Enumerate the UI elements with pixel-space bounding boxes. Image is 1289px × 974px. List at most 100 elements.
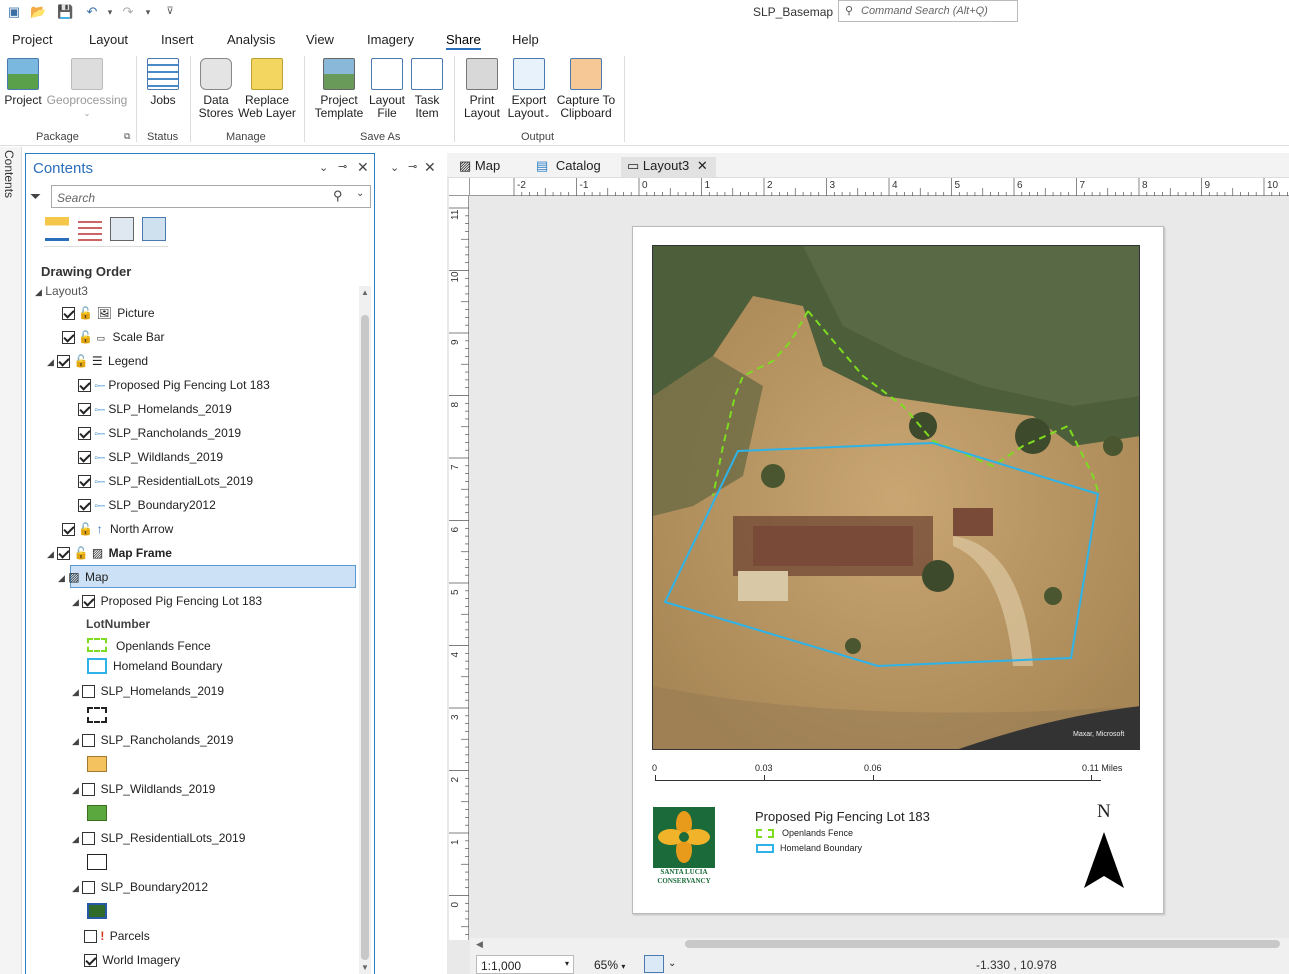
chevron-down-icon[interactable]: ⌄ [668, 958, 676, 969]
tab-project[interactable]: Project [12, 32, 52, 47]
legend-item[interactable]: ▫─ SLP_Wildlands_2019 [78, 450, 223, 465]
scale-bar[interactable] [655, 780, 1101, 781]
symbol-rancholands[interactable] [87, 756, 107, 772]
tree-item-legend[interactable]: ◢ 🔓 ☰ Legend [47, 354, 148, 369]
collapse-icon[interactable]: ◢ [72, 687, 79, 697]
tree-item-scale-bar[interactable]: 🔓 ▭ Scale Bar [62, 330, 165, 345]
collapse-icon[interactable]: ◢ [47, 357, 54, 367]
dialog-launcher-icon[interactable]: ⧉ [124, 131, 130, 142]
collapse-icon[interactable]: ◢ [47, 549, 54, 559]
collapse-icon[interactable]: ◢ [72, 597, 79, 607]
map-frame[interactable]: Maxar, Microsoft [652, 245, 1140, 750]
tree-item-north-arrow[interactable]: 🔓 ↑ North Arrow [62, 522, 173, 537]
symbol-homeland[interactable] [87, 658, 107, 674]
side-tab-contents[interactable]: Contents [2, 150, 16, 198]
visibility-checkbox[interactable] [82, 783, 96, 797]
list-by-source-icon[interactable] [110, 217, 134, 241]
scrollbar-thumb[interactable] [361, 315, 369, 960]
visibility-checkbox[interactable] [62, 523, 75, 537]
visibility-checkbox[interactable] [82, 734, 96, 748]
print-layout-button[interactable]: Print Layout [462, 58, 502, 120]
close-icon[interactable]: ✕ [697, 158, 708, 173]
command-search-input[interactable]: ⚲ Command Search (Alt+Q) [838, 0, 1018, 22]
geoprocessing-package-button[interactable]: Geoprocessing ⌄ [46, 58, 128, 120]
tab-imagery[interactable]: Imagery [367, 32, 414, 47]
visibility-checkbox[interactable] [78, 451, 91, 465]
lock-icon[interactable]: 🔓 [78, 522, 93, 536]
north-arrow-icon[interactable] [1084, 832, 1124, 888]
redo-dropdown-icon[interactable]: ▾ [140, 4, 156, 20]
pin-icon[interactable]: ⊸ [338, 160, 347, 173]
layer-residential[interactable]: ◢ SLP_ResidentialLots_2019 [72, 831, 245, 846]
vertical-ruler[interactable]: 11 10 9 8 7 6 5 4 3 2 1 0 [449, 196, 469, 940]
replace-web-layer-button[interactable]: Replace Web Layer [238, 58, 296, 120]
task-item-button[interactable]: Task Item [410, 58, 444, 120]
tab-analysis[interactable]: Analysis [227, 32, 275, 47]
filter-icon[interactable]: ⏷ [30, 188, 41, 205]
layout-file-button[interactable]: Layout File [366, 58, 408, 120]
export-layout-button[interactable]: Export Layout⌄ [504, 58, 554, 121]
close-icon[interactable]: ✕ [424, 159, 436, 176]
layer-world-imagery[interactable]: World Imagery [84, 953, 180, 968]
scroll-up-icon[interactable]: ▲ [361, 288, 369, 297]
layer-boundary[interactable]: ◢ SLP_Boundary2012 [72, 880, 208, 895]
jobs-button[interactable]: Jobs [146, 58, 180, 107]
tree-layout[interactable]: ◢ Layout3 [35, 284, 88, 298]
scroll-down-icon[interactable]: ▼ [361, 963, 369, 972]
collapse-icon[interactable]: ◢ [35, 287, 42, 297]
symbol-residential[interactable] [87, 854, 107, 870]
visibility-checkbox[interactable] [82, 881, 96, 895]
chevron-down-icon[interactable]: ⌄ [356, 188, 364, 199]
undo-dropdown-icon[interactable]: ▾ [102, 4, 118, 20]
zoom-selector[interactable]: 65% ▾ [594, 958, 625, 972]
close-icon[interactable]: ✕ [357, 159, 369, 176]
visibility-checkbox[interactable] [84, 930, 97, 944]
lock-icon[interactable]: 🔓 [78, 330, 93, 344]
scroll-left-icon[interactable]: ◀ [476, 939, 483, 950]
tab-view[interactable]: View [306, 32, 334, 47]
tree-item-map[interactable]: ◢ ▨ Map [58, 570, 108, 584]
visibility-checkbox[interactable] [82, 685, 96, 699]
visibility-checkbox[interactable] [78, 403, 91, 417]
tree-item-map-frame[interactable]: ◢ 🔓 ▨ Map Frame [47, 546, 172, 561]
undo-icon[interactable]: ↶ [84, 4, 100, 20]
visibility-checkbox[interactable] [57, 547, 71, 561]
scale-selector[interactable]: 1:1,000 ▾ [476, 955, 574, 974]
layer-homelands[interactable]: ◢ SLP_Homelands_2019 [72, 684, 224, 699]
new-project-icon[interactable]: ▣ [6, 4, 22, 20]
customize-toolbar-icon[interactable]: ⊽ [162, 4, 178, 20]
lock-icon[interactable]: 🔓 [78, 306, 93, 320]
layer-parcels[interactable]: ! Parcels [84, 929, 150, 944]
legend-item[interactable]: ▫─ SLP_Boundary2012 [78, 498, 216, 513]
grid-toggle-icon[interactable] [644, 955, 664, 973]
visibility-checkbox[interactable] [78, 379, 91, 393]
symbol-openlands[interactable] [87, 638, 107, 652]
layer-wildlands[interactable]: ◢ SLP_Wildlands_2019 [72, 782, 215, 797]
project-template-button[interactable]: Project Template [314, 58, 364, 120]
open-folder-icon[interactable]: 📂 [30, 4, 46, 20]
visibility-checkbox[interactable] [57, 355, 71, 369]
tree-item-picture[interactable]: 🔓 🖼 Picture [62, 306, 155, 321]
horizontal-ruler[interactable]: -2 -1 0 1 2 3 4 5 6 7 8 9 10 [470, 178, 1289, 196]
contents-search-input[interactable]: Search [51, 185, 371, 208]
collapse-icon[interactable]: ◢ [72, 736, 79, 746]
list-by-drawing-order-icon[interactable] [45, 217, 69, 241]
lock-icon[interactable]: 🔓 [74, 354, 89, 368]
visibility-checkbox[interactable] [82, 832, 96, 846]
layer-rancholands[interactable]: ◢ SLP_Rancholands_2019 [72, 733, 233, 748]
pane-options-icon[interactable]: ⌄ [390, 161, 399, 174]
doc-tab-catalog[interactable]: ▤ Catalog [530, 157, 607, 177]
doc-tab-layout[interactable]: ▭ Layout3 ✕ [621, 157, 716, 177]
visibility-checkbox[interactable] [62, 331, 75, 345]
data-stores-button[interactable]: Data Stores [198, 58, 234, 120]
visibility-checkbox[interactable] [82, 595, 96, 609]
tab-insert[interactable]: Insert [161, 32, 194, 47]
horizontal-scrollbar[interactable] [685, 940, 1280, 948]
visibility-checkbox[interactable] [78, 427, 91, 441]
legend-item[interactable]: ▫─ Proposed Pig Fencing Lot 183 [78, 378, 270, 393]
visibility-checkbox[interactable] [78, 499, 91, 513]
collapse-icon[interactable]: ◢ [58, 573, 65, 583]
pin-icon[interactable]: ⊸ [408, 160, 417, 173]
conservancy-logo[interactable]: SANTA LUCIA CONSERVANCY [653, 807, 715, 886]
symbol-boundary[interactable] [87, 903, 107, 919]
